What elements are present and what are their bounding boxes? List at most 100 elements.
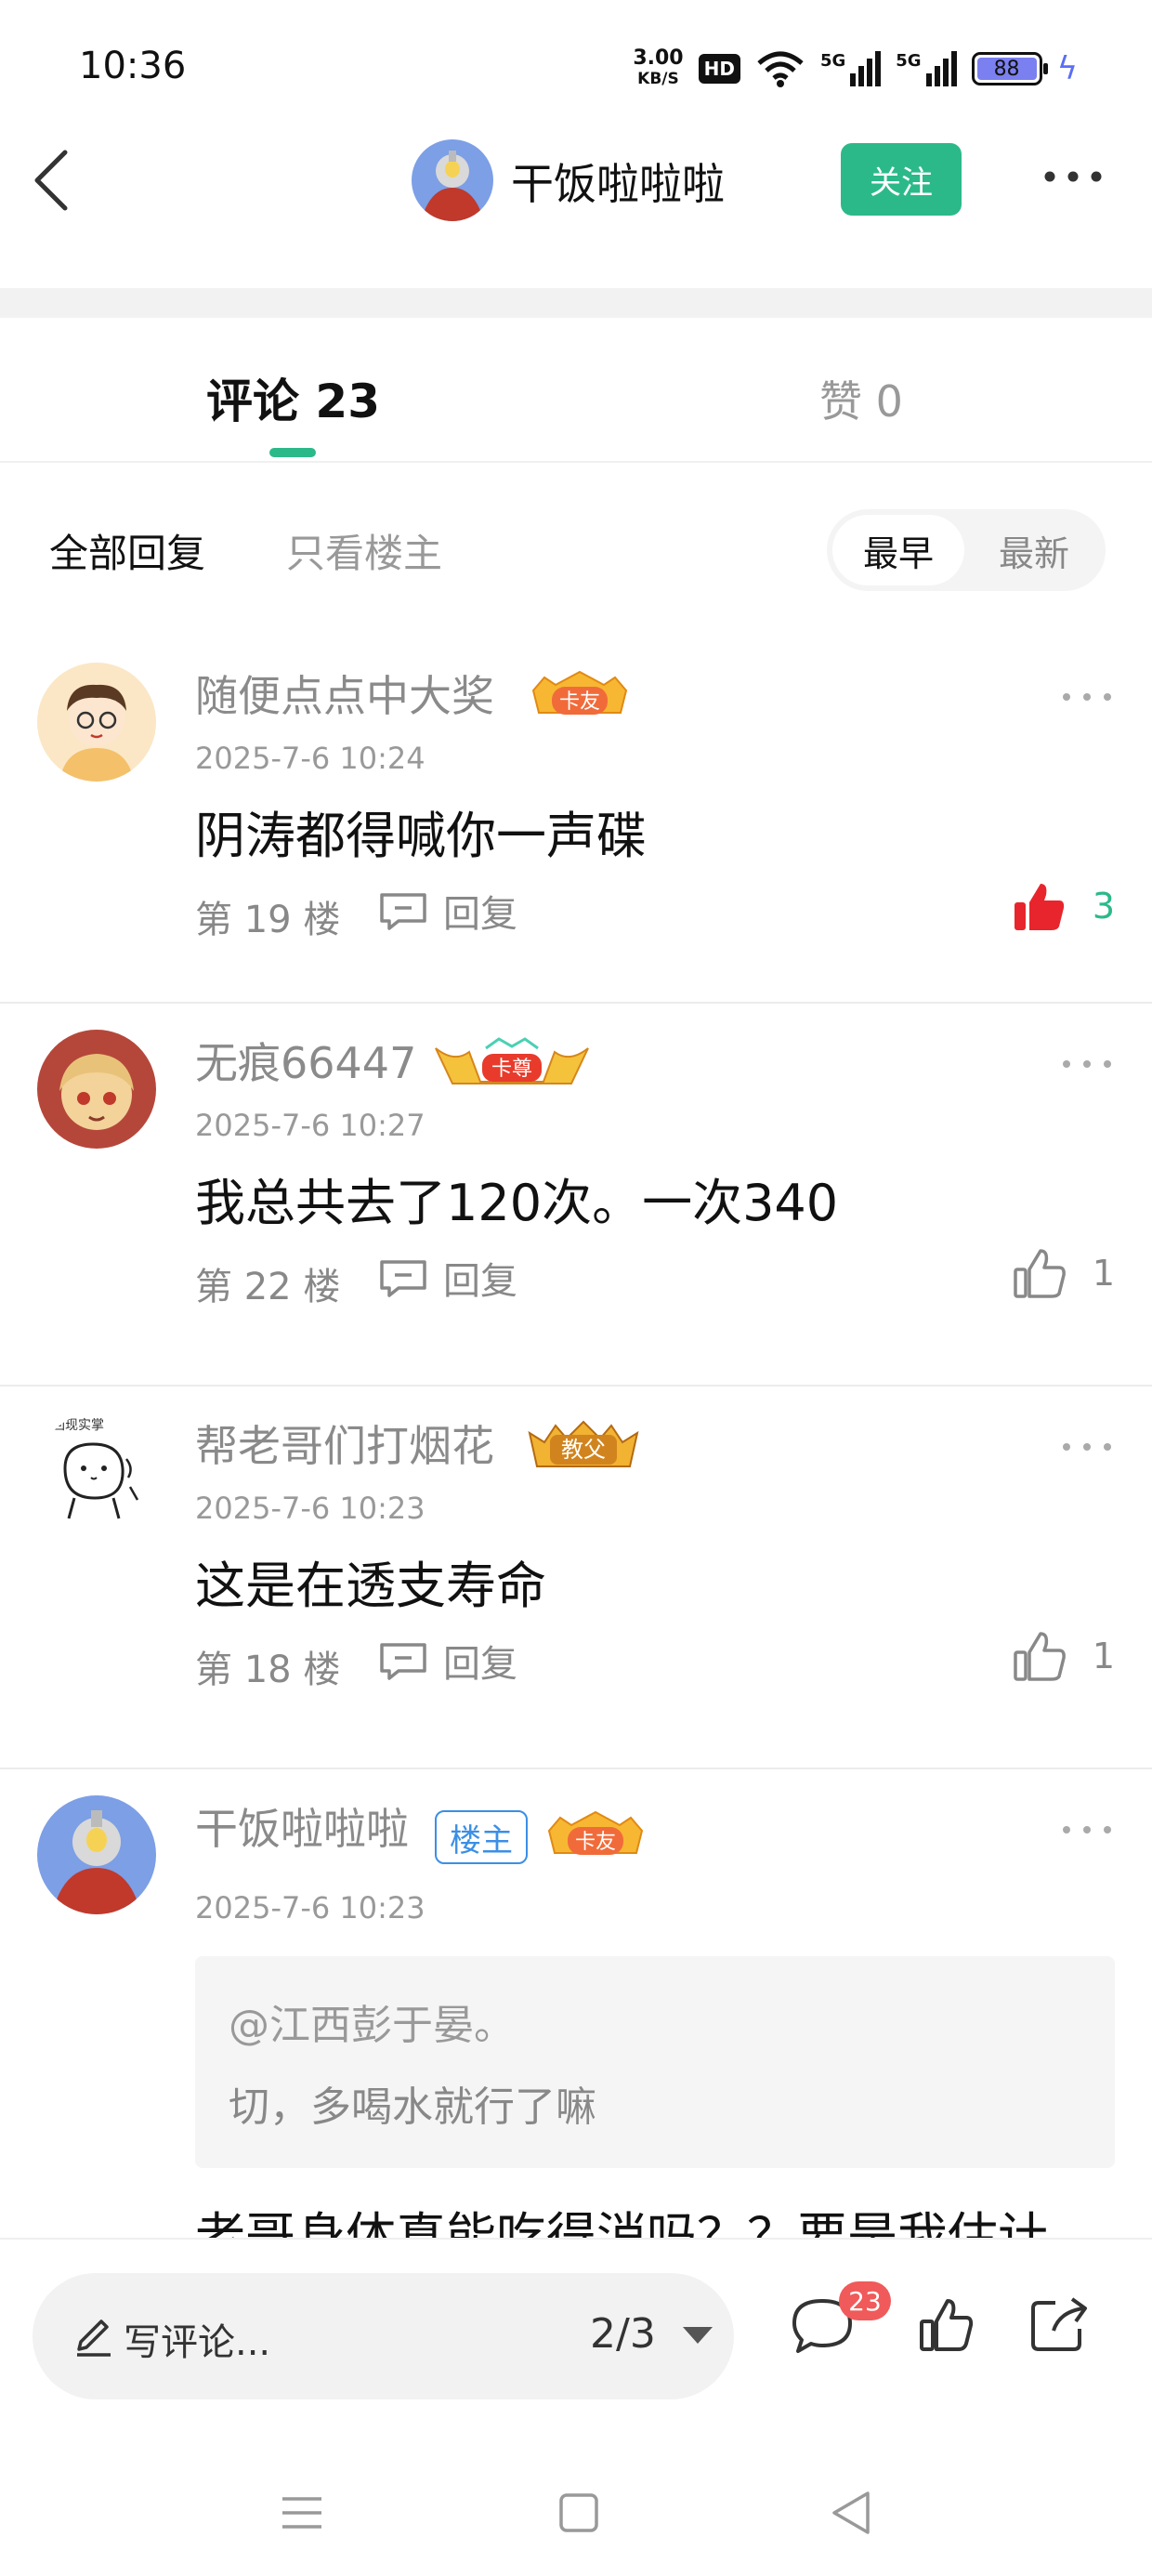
floor-number: 第 22 楼	[195, 1266, 341, 1308]
tab-bar: 评论 23 赞 0	[0, 318, 1152, 463]
reply-label: 回复	[443, 1643, 517, 1686]
page-indicator[interactable]: 2/3	[590, 2310, 656, 2358]
owner-tag: 楼主	[435, 1810, 528, 1864]
comment-input[interactable]: 写评论... 2/3	[33, 2273, 734, 2399]
comment-text[interactable]: 这是在透支寿命	[195, 1544, 546, 1618]
sort-earliest[interactable]: 最早	[832, 515, 964, 585]
floor-number: 第 18 楼	[195, 1649, 341, 1691]
author-avatar[interactable]	[412, 139, 493, 221]
comment-username[interactable]: 随便点点中大奖	[195, 663, 494, 724]
comment-time: 2025-7-6 10:24	[195, 741, 425, 776]
network-type-2: 5G	[896, 51, 922, 71]
like-count: 3	[1092, 886, 1115, 927]
back-arrow-icon[interactable]	[28, 147, 84, 212]
network-speed: 3.00 KB/S	[633, 48, 683, 89]
home-icon[interactable]	[546, 2480, 611, 2545]
like-count: 1	[1092, 1636, 1115, 1676]
thumbs-up-icon	[1014, 1632, 1066, 1681]
follow-button[interactable]: 关注	[841, 143, 962, 216]
pencil-icon	[77, 2320, 111, 2357]
system-nav-bar	[0, 2447, 1152, 2576]
comment-more-icon[interactable]	[1059, 1438, 1115, 1456]
hd-icon: HD	[698, 54, 740, 84]
status-bar: 10:36 3.00 KB/S HD 5G 5G 88 ϟ	[0, 0, 1152, 130]
badge-godfather-icon: 教父	[528, 1420, 639, 1467]
network-type-1: 5G	[819, 51, 846, 71]
thumbs-up-icon[interactable]	[910, 2288, 985, 2362]
comment-more-icon[interactable]	[1059, 688, 1115, 706]
battery-level: 88	[976, 58, 1037, 81]
section-divider	[0, 288, 1152, 318]
comment-item: 回现实掌 帮老哥们打烟花 教父 2025-7-6 10:23 这是在透支寿命 第…	[0, 1387, 1152, 1769]
back-icon[interactable]	[819, 2480, 884, 2545]
badge-text: 卡友	[575, 1831, 616, 1854]
like-button[interactable]: 1	[1013, 1630, 1115, 1682]
quote-text: 切，多喝水就行了嘛	[229, 2083, 596, 2131]
charging-icon: ϟ	[1056, 50, 1078, 87]
badge-card-friend-icon: 卡友	[547, 1810, 644, 1855]
reply-button[interactable]: 回复	[376, 1251, 517, 1305]
user-avatar[interactable]	[37, 1795, 156, 1914]
reply-label: 回复	[443, 893, 517, 936]
bottom-action-bar: 写评论... 2/3 23	[0, 2238, 1152, 2447]
thumbs-up-filled-icon	[1014, 884, 1064, 930]
speed-value: 3.00	[633, 46, 684, 70]
sort-toggle: 最早 最新	[827, 509, 1106, 591]
tab-likes[interactable]: 赞 0	[819, 368, 903, 429]
status-time: 10:36	[79, 45, 187, 87]
comment-item: 无痕66447 卡尊 2025-7-6 10:27 我总共去了120次。一次34…	[0, 1004, 1152, 1387]
reply-icon	[380, 893, 426, 930]
status-icons: 3.00 KB/S HD 5G 5G 88 ϟ	[633, 45, 1078, 93]
reply-icon	[380, 1260, 426, 1297]
comment-item: 随便点点中大奖 卡友 2025-7-6 10:24 阴涛都得喊你一声碟 第 19…	[0, 637, 1152, 1004]
comment-text[interactable]: 阴涛都得喊你一声碟	[195, 795, 647, 868]
filter-row: 全部回复 只看楼主 最早 最新	[0, 465, 1152, 637]
share-icon[interactable]	[1022, 2288, 1096, 2362]
avatar-caption: 回现实掌	[52, 1418, 104, 1433]
comment-placeholder: 写评论...	[124, 2321, 271, 2364]
tab-comments[interactable]: 评论 23	[206, 364, 380, 431]
comment-username[interactable]: 帮老哥们打烟花	[195, 1413, 494, 1474]
user-avatar[interactable]: 回现实掌	[37, 1413, 156, 1531]
user-avatar[interactable]	[37, 1030, 156, 1149]
author-name[interactable]: 干饭啦啦啦	[511, 151, 725, 212]
badge-card-master-icon: 卡尊	[435, 1037, 589, 1084]
reply-icon	[380, 1643, 426, 1680]
badge-text: 卡友	[559, 690, 600, 714]
battery-icon: 88	[971, 52, 1048, 85]
badge-text: 教父	[561, 1437, 606, 1463]
top-nav-bar: 干饭啦啦啦 关注	[0, 130, 1152, 288]
like-count: 1	[1092, 1253, 1115, 1294]
like-button[interactable]: 3	[1013, 880, 1115, 932]
comment-time: 2025-7-6 10:23	[195, 1491, 425, 1526]
filter-owner-only[interactable]: 只看楼主	[286, 522, 442, 579]
comment-time: 2025-7-6 10:23	[195, 1890, 425, 1925]
more-options-icon[interactable]	[1041, 158, 1106, 195]
badge-card-friend-icon: 卡友	[531, 670, 628, 715]
reply-button[interactable]: 回复	[376, 884, 517, 938]
comment-time: 2025-7-6 10:27	[195, 1108, 425, 1143]
badge-text: 卡尊	[491, 1058, 532, 1081]
menu-icon[interactable]	[269, 2480, 334, 2545]
quote-username: @江西彭于晏。	[229, 2002, 515, 2049]
sort-latest[interactable]: 最新	[968, 515, 1100, 585]
comment-username[interactable]: 无痕66447	[195, 1030, 416, 1091]
user-avatar[interactable]	[37, 663, 156, 782]
thumbs-up-icon	[1014, 1249, 1066, 1298]
comment-text[interactable]: 我总共去了120次。一次340	[195, 1162, 838, 1235]
signal-icon-2: 5G	[896, 51, 957, 86]
comment-count-badge: 23	[839, 2281, 891, 2320]
floor-number: 第 19 楼	[195, 899, 341, 941]
speed-unit: KB/S	[637, 70, 679, 88]
signal-icon-1: 5G	[819, 51, 882, 86]
chevron-down-icon[interactable]	[683, 2327, 713, 2344]
quoted-reply[interactable]: @江西彭于晏。 切，多喝水就行了嘛	[195, 1956, 1115, 2168]
comment-more-icon[interactable]	[1059, 1055, 1115, 1073]
like-button[interactable]: 1	[1013, 1247, 1115, 1299]
reply-button[interactable]: 回复	[376, 1634, 517, 1688]
wifi-icon	[757, 51, 804, 87]
comment-more-icon[interactable]	[1059, 1820, 1115, 1839]
reply-label: 回复	[443, 1260, 517, 1303]
filter-all-replies[interactable]: 全部回复	[49, 522, 205, 579]
comment-username[interactable]: 干饭啦啦啦	[195, 1795, 409, 1857]
